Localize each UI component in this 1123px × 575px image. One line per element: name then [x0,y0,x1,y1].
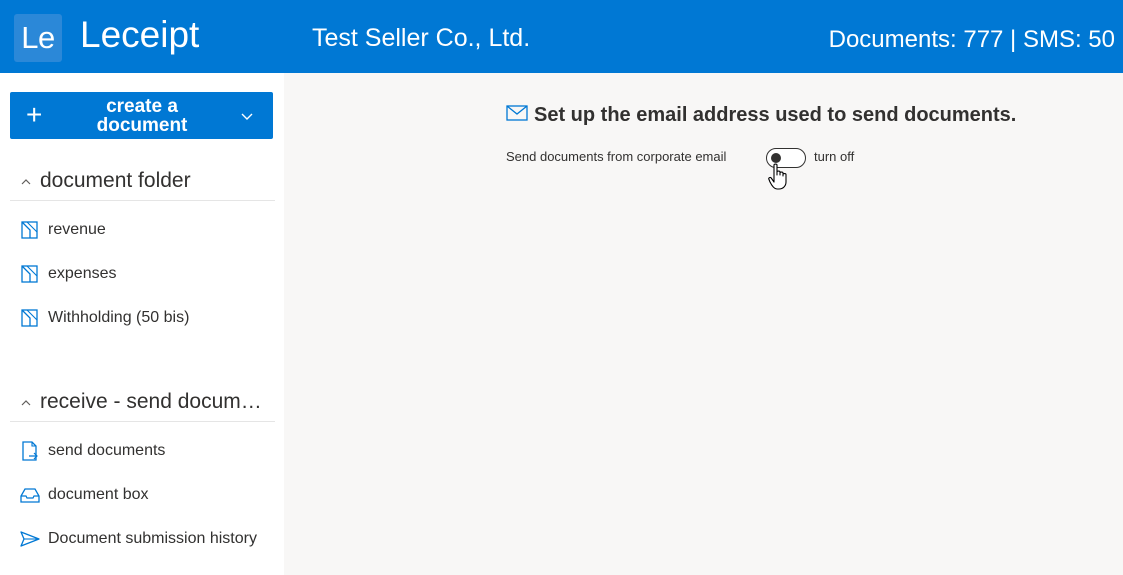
mail-icon [506,105,528,121]
toggle-state-text: turn off [814,149,855,164]
sidebar-item-revenue[interactable]: revenue [10,210,275,250]
receive-send-title: receive - send documents [40,390,270,413]
sidebar-item-label: send documents [48,442,166,459]
sidebar-item-expenses[interactable]: expenses [10,254,275,294]
document-folder-title: document folder [40,169,191,192]
logo-text: Le [21,20,55,55]
sidebar-item-document-box[interactable]: document box [10,475,275,515]
sidebar-item-withholding[interactable]: Withholding (50 bis) [10,298,275,338]
document-folder-group-header[interactable]: document folder [10,162,275,201]
send-document-icon [22,441,38,461]
folder-icon [21,221,38,239]
page-title: Set up the email address used to send do… [534,104,1017,126]
sidebar-item-submission-history[interactable]: Document submission history [10,519,275,559]
plus-icon: + [26,99,43,130]
corporate-email-toggle[interactable] [766,148,806,168]
receive-send-group-header[interactable]: receive - send documents [10,383,275,422]
main-content: Set up the email address used to send do… [284,73,1123,575]
app-logo[interactable]: Le [14,14,62,62]
sidebar-item-label: Withholding (50 bis) [48,309,190,326]
corporate-email-toggle-label: Send documents from corporate email [506,149,727,164]
inbox-icon [20,488,40,503]
company-name: Test Seller Co., Ltd. [312,24,531,52]
sidebar-item-send-documents[interactable]: send documents [10,431,275,471]
send-icon [20,531,40,547]
create-document-button[interactable]: + create a document [10,92,273,139]
sidebar-item-label: revenue [48,221,106,238]
sidebar-item-label: document box [48,486,149,503]
quota-status: Documents: 777 | SMS: 50 [828,26,1115,53]
chevron-up-icon [21,179,31,185]
top-bar: Le Leceipt Test Seller Co., Ltd. Documen… [0,0,1123,73]
app-name[interactable]: Leceipt [80,13,199,57]
toggle-knob [771,153,781,163]
sidebar-item-label: Document submission history [48,530,257,547]
chevron-down-icon[interactable] [240,109,254,123]
sidebar-item-label: expenses [48,265,117,282]
chevron-up-icon [21,400,31,406]
sidebar: + create a document document folder reve… [0,73,284,575]
create-document-label: create a document [96,96,188,136]
folder-icon [21,309,38,327]
folder-icon [21,265,38,283]
